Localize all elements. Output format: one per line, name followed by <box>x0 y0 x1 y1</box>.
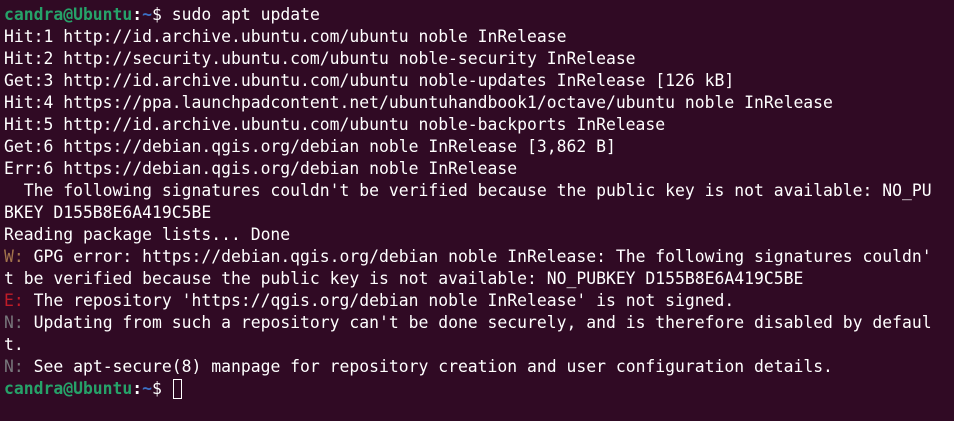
warning-line-continued: t be verified because the public key is … <box>4 269 804 288</box>
output-line: Err:6 https://debian.qgis.org/debian nob… <box>4 159 518 178</box>
prompt-dollar: $ <box>152 379 172 398</box>
output-line: Hit:4 https://ppa.launchpadcontent.net/u… <box>4 93 833 112</box>
output-line: Get:3 http://id.archive.ubuntu.com/ubunt… <box>4 71 735 90</box>
active-prompt-line[interactable]: candra@Ubuntu:~$ <box>4 378 954 400</box>
output-line: The following signatures couldn't be ver… <box>4 181 932 200</box>
notice-tag: N: <box>4 313 24 332</box>
warning-tag: W: <box>4 247 24 266</box>
output-line: Reading package lists... Done <box>4 225 291 244</box>
notice-line: N: Updating from such a repository can't… <box>4 312 954 334</box>
prompt-user-host: candra@Ubuntu <box>4 5 133 24</box>
notice-text: Updating from such a repository can't be… <box>23 313 932 332</box>
prompt-colon: : <box>132 379 143 398</box>
prompt-user-host: candra@Ubuntu <box>4 379 133 398</box>
command-line: candra@Ubuntu:~$ sudo apt update <box>4 4 954 26</box>
warning-text: GPG error: https://debian.qgis.org/debia… <box>23 247 932 266</box>
command-text: sudo apt update <box>171 5 320 24</box>
warning-line: W: GPG error: https://debian.qgis.org/de… <box>4 246 954 268</box>
prompt-dollar: $ <box>152 5 172 24</box>
terminal-window[interactable]: candra@Ubuntu:~$ sudo apt update Hit:1 h… <box>0 0 954 421</box>
error-tag: E: <box>4 291 24 310</box>
text-cursor[interactable] <box>172 379 182 399</box>
output-line: Hit:2 http://security.ubuntu.com/ubuntu … <box>4 49 636 68</box>
output-line: Hit:1 http://id.archive.ubuntu.com/ubunt… <box>4 27 567 46</box>
notice-line-continued: t. <box>4 335 24 354</box>
prompt-path: ~ <box>142 5 153 24</box>
notice-text: See apt-secure(8) manpage for repository… <box>23 357 833 376</box>
prompt-colon: : <box>132 5 143 24</box>
error-text: The repository 'https://qgis.org/debian … <box>23 291 735 310</box>
output-line: Hit:5 http://id.archive.ubuntu.com/ubunt… <box>4 115 666 134</box>
output-line: BKEY D155B8E6A419C5BE <box>4 203 212 222</box>
error-line: E: The repository 'https://qgis.org/debi… <box>4 290 954 312</box>
notice-tag: N: <box>4 357 24 376</box>
notice-line: N: See apt-secure(8) manpage for reposit… <box>4 356 954 378</box>
output-line: Get:6 https://debian.qgis.org/debian nob… <box>4 137 616 156</box>
prompt-path: ~ <box>142 379 153 398</box>
